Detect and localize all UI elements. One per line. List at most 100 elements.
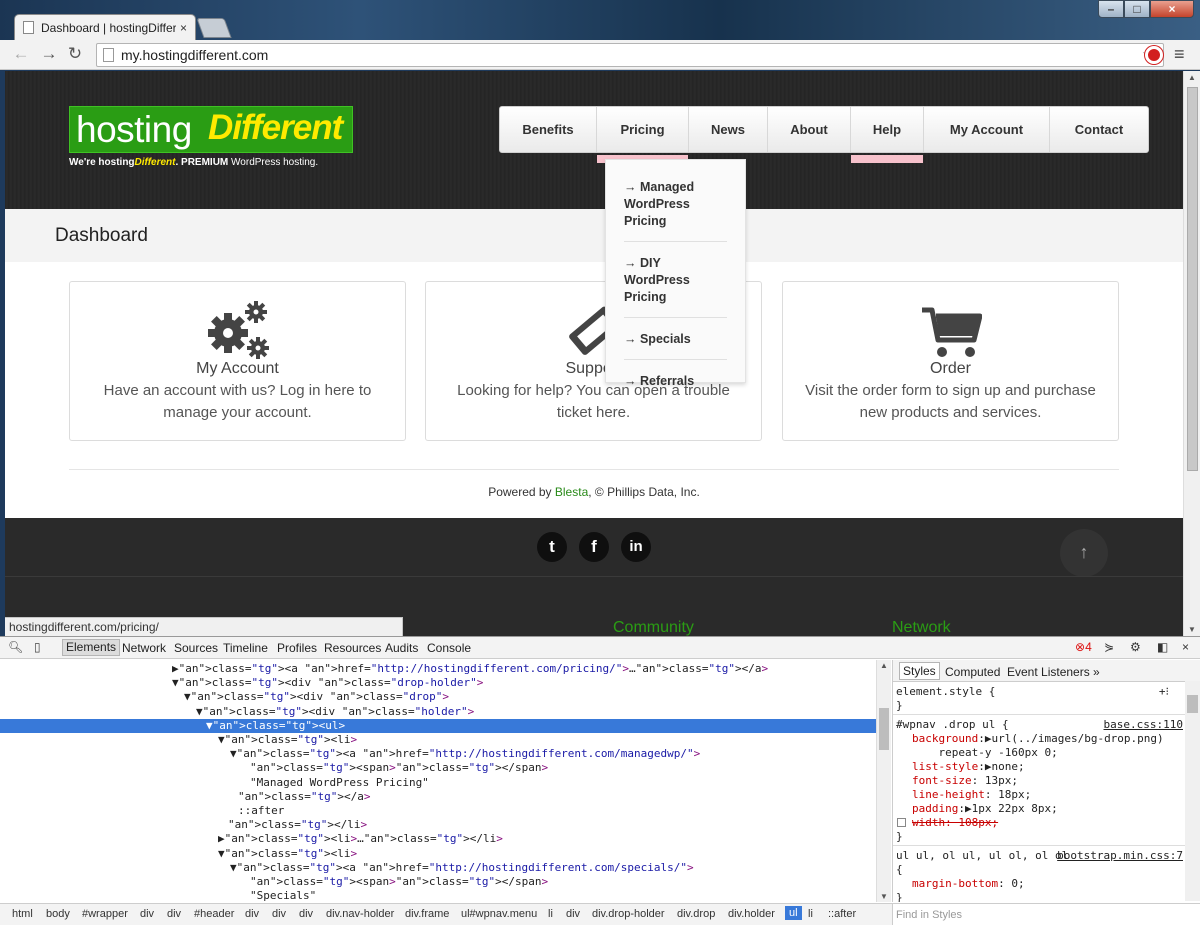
style-property[interactable]: margin-bottom: 0; — [912, 877, 1025, 891]
extension-icon[interactable] — [1145, 46, 1163, 64]
style-property[interactable]: background:▶url(../images/bg-drop.png) — [912, 732, 1164, 746]
breadcrumb-item[interactable]: div.holder — [728, 908, 775, 920]
scroll-down-arrow-icon[interactable]: ▼ — [1188, 625, 1196, 634]
scrollbar-thumb[interactable] — [1187, 87, 1198, 471]
scroll-up-arrow-icon[interactable]: ▲ — [1188, 73, 1196, 82]
nav-item-help[interactable]: Help — [851, 107, 924, 163]
blesta-link[interactable]: Blesta — [555, 485, 588, 499]
breadcrumb-item[interactable]: html — [12, 908, 33, 920]
reload-icon[interactable]: ↻ — [64, 44, 86, 64]
styles-tab-styles[interactable]: Styles — [899, 662, 940, 680]
breadcrumb-item[interactable]: div.drop-holder — [592, 908, 665, 920]
dom-node-line[interactable]: "an">class="tg"><span>"an">class="tg"></… — [0, 761, 876, 775]
devtools-tab-network[interactable]: Network — [122, 641, 166, 655]
site-logo[interactable]: hosting Different — [69, 106, 353, 153]
maximize-button[interactable]: □ — [1124, 0, 1150, 18]
breadcrumb-item[interactable]: div — [140, 908, 154, 920]
settings-gear-icon[interactable]: ⚙ — [1130, 640, 1141, 654]
element-style-selector[interactable]: element.style { — [896, 685, 995, 699]
dom-node-line[interactable]: ▼"an">class="tg"><div "an">class="holder… — [0, 705, 876, 719]
error-badge-icon[interactable]: ⊗4 — [1075, 640, 1092, 654]
styles-tab-event-listeners[interactable]: Event Listeners — [1007, 665, 1090, 679]
style-property[interactable]: padding:▶1px 22px 8px; — [912, 802, 1058, 816]
find-in-styles-input[interactable]: Find in Styles — [892, 903, 1200, 925]
scroll-to-top-button[interactable]: ↑ — [1060, 529, 1108, 577]
card-order[interactable]: Order Visit the order form to sign up an… — [782, 281, 1119, 441]
forward-arrow-icon[interactable]: → — [38, 44, 60, 64]
rule-selector[interactable]: #wpnav .drop ul { — [896, 718, 1009, 732]
devtools-tab-elements[interactable]: Elements — [62, 639, 121, 656]
nav-item-news[interactable]: News — [689, 107, 768, 152]
linkedin-icon[interactable]: in — [621, 532, 651, 562]
breadcrumb-item[interactable]: div — [299, 908, 313, 920]
rule-source-link[interactable]: base.css:110 — [1104, 718, 1183, 732]
dom-node-line[interactable]: "Managed WordPress Pricing" — [0, 776, 876, 790]
tab-close-icon[interactable]: × — [180, 21, 187, 35]
dom-node-line[interactable]: "an">class="tg"></li> — [0, 818, 876, 832]
address-bar[interactable]: my.hostingdifferent.com ☆ — [96, 43, 1164, 67]
devtools-tab-sources[interactable]: Sources — [174, 641, 218, 655]
breadcrumb-item[interactable]: ul — [785, 906, 802, 920]
styles-scrollbar[interactable] — [1185, 681, 1200, 901]
breadcrumb-item[interactable]: div — [167, 908, 181, 920]
breadcrumb-item[interactable]: div — [245, 908, 259, 920]
dropdown-item-specials[interactable]: → Specials — [624, 318, 727, 360]
dom-node-line[interactable]: ▼"an">class="tg"><a "an">href="http://ho… — [0, 747, 876, 761]
style-property[interactable]: list-style:▶none; — [912, 760, 1025, 774]
style-property[interactable]: font-size: 13px; — [912, 774, 1018, 788]
page-scrollbar[interactable]: ▲ ▼ — [1183, 71, 1200, 636]
dropdown-item-referrals[interactable]: → Referrals — [624, 360, 727, 401]
dom-node-line[interactable]: ▼"an">class="tg"><li> — [0, 847, 876, 861]
nav-item-benefits[interactable]: Benefits — [500, 107, 597, 152]
breadcrumb-item[interactable]: div.drop — [677, 908, 715, 920]
dropdown-item-managed-wp[interactable]: → Managed WordPress Pricing — [624, 166, 727, 242]
breadcrumb-item[interactable]: div.nav-holder — [326, 908, 394, 920]
dom-node-line[interactable]: ▼"an">class="tg"><a "an">href="http://ho… — [0, 861, 876, 875]
breadcrumb-item[interactable]: #wrapper — [82, 908, 128, 920]
devtools-tab-console[interactable]: Console — [427, 641, 471, 655]
dom-node-line[interactable]: "an">class="tg"><span>"an">class="tg"></… — [0, 875, 876, 889]
card-my-account[interactable]: My Account Have an account with us? Log … — [69, 281, 406, 441]
breadcrumb-item[interactable]: #header — [194, 908, 234, 920]
dom-node-line[interactable]: ▶"an">class="tg"><li>…"an">class="tg"></… — [0, 832, 876, 846]
nav-item-about[interactable]: About — [768, 107, 851, 152]
scroll-up-arrow-icon[interactable]: ▲ — [880, 661, 888, 670]
twitter-icon[interactable]: t — [537, 532, 567, 562]
browser-tab-active[interactable]: Dashboard | hostingDiffer × — [14, 14, 196, 40]
scroll-down-arrow-icon[interactable]: ▼ — [880, 892, 888, 901]
breadcrumb-item[interactable]: li — [548, 908, 553, 920]
styles-tab-computed[interactable]: Computed — [945, 665, 1000, 679]
nav-item-my-account[interactable]: My Account — [924, 107, 1050, 152]
facebook-icon[interactable]: f — [579, 532, 609, 562]
dom-node-line[interactable]: ▼"an">class="tg"><div "an">class="drop"> — [0, 690, 876, 704]
rule-selector[interactable]: ul ul, ol ul, ul ol, ol ol — [896, 849, 1068, 863]
breadcrumb-item[interactable]: ul#wpnav.menu — [461, 908, 537, 920]
struck-property[interactable]: width: 108px; — [912, 816, 998, 830]
dom-node-line[interactable]: ▼"an">class="tg"><ul> — [0, 718, 876, 733]
scrollbar-thumb[interactable] — [1187, 695, 1198, 713]
rule-source-link[interactable]: bootstrap.min.css:7 — [1057, 849, 1183, 863]
dom-node-line[interactable]: ▼"an">class="tg"><div "an">class="drop-h… — [0, 676, 876, 690]
inspect-search-icon[interactable]: 🔍︎ — [8, 640, 23, 654]
close-devtools-icon[interactable]: × — [1182, 640, 1189, 654]
property-checkbox[interactable] — [897, 818, 906, 827]
breadcrumb-item[interactable]: ::after — [828, 908, 856, 920]
close-window-button[interactable]: × — [1150, 0, 1194, 18]
dom-node-line[interactable]: ▼"an">class="tg"><li> — [0, 733, 876, 747]
styles-tab-more[interactable]: » — [1093, 665, 1100, 679]
new-rule-icon[interactable]: +⁝ — [1159, 685, 1169, 699]
devtools-tab-timeline[interactable]: Timeline — [223, 641, 268, 655]
dom-node-line[interactable]: ::after — [0, 804, 876, 818]
elements-scrollbar[interactable]: ▲ ▼ — [876, 660, 891, 902]
devtools-tab-audits[interactable]: Audits — [385, 641, 418, 655]
breadcrumb-item[interactable]: div — [566, 908, 580, 920]
devtools-tab-profiles[interactable]: Profiles — [277, 641, 317, 655]
devtools-tab-resources[interactable]: Resources — [324, 641, 381, 655]
back-arrow-icon[interactable]: ← — [10, 44, 32, 64]
console-drawer-icon[interactable]: ⋟ — [1104, 640, 1114, 654]
dropdown-item-diy-wp[interactable]: → DIY WordPress Pricing — [624, 242, 727, 318]
breadcrumb-item[interactable]: div.frame — [405, 908, 449, 920]
hamburger-menu-icon[interactable]: ≡ — [1174, 44, 1185, 65]
breadcrumb-item[interactable]: div — [272, 908, 286, 920]
style-property[interactable]: line-height: 18px; — [912, 788, 1031, 802]
